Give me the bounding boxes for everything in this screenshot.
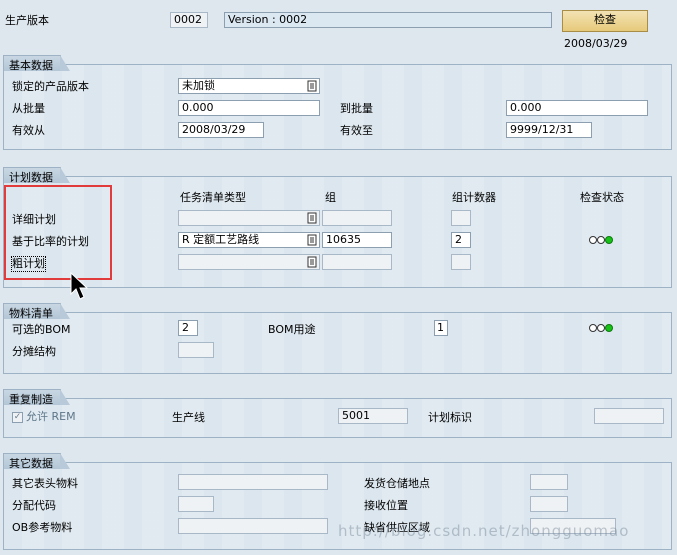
bom-usage-field[interactable]: 1 [434,320,448,336]
bom-title: 物料清单 [3,303,70,320]
dropdown-icon[interactable] [307,234,317,246]
rate-plan-counter-field[interactable]: 2 [451,232,471,248]
highlight-box [4,185,112,280]
date-text: 2008/03/29 [564,37,628,50]
version-field[interactable]: 0002 [170,12,208,28]
locked-version-dropdown[interactable]: 未加锁 [178,78,320,94]
col-group: 组 [325,191,336,204]
other-data-title: 其它数据 [3,453,70,470]
other-header-material-label: 其它表头物料 [12,477,78,490]
basic-data-title: 基本数据 [3,55,70,72]
plan-id-label: 计划标识 [428,411,472,424]
from-lot-label: 从批量 [12,102,45,115]
alt-bom-label: 可选的BOM [12,323,71,336]
status-light-red-icon [589,236,597,244]
status-light-green-icon [605,236,613,244]
rate-plan-type-dropdown[interactable]: R 定额工艺路线 [178,232,320,248]
status-light-yellow-icon [597,324,605,332]
detailed-plan-group-field[interactable] [322,210,392,226]
ob-reference-material-label: OB参考物料 [12,521,73,534]
bom-usage-label: BOM用途 [268,323,316,336]
detailed-plan-type-dropdown[interactable] [178,210,320,226]
bom-status-lights [589,324,613,334]
dropdown-icon[interactable] [307,256,317,268]
valid-to-label: 有效至 [340,124,373,137]
production-line-field[interactable]: 5001 [338,408,408,424]
other-header-material-field[interactable] [178,474,328,490]
version-text-field[interactable]: Version : 0002 [224,12,552,28]
issue-storage-location-field[interactable] [530,474,568,490]
status-light-green-icon [605,324,613,332]
dropdown-icon[interactable] [307,80,317,92]
rough-plan-group-field[interactable] [322,254,392,270]
col-task-list-type: 任务清单类型 [180,191,246,204]
rate-plan-type-value: R 定额工艺路线 [182,233,260,246]
apportion-label: 分摊结构 [12,345,56,358]
receiving-location-field[interactable] [530,496,568,512]
check-button[interactable]: 检查 [562,10,648,32]
distribution-key-field[interactable] [178,496,214,512]
issue-storage-location-label: 发货仓储地点 [364,477,430,490]
bom-group [3,312,672,374]
locked-version-label: 锁定的产品版本 [12,80,89,93]
rem-title: 重复制造 [3,389,70,406]
locked-version-value: 未加锁 [182,79,215,92]
distribution-key-label: 分配代码 [12,499,56,512]
ob-reference-material-field[interactable] [178,518,328,534]
mouse-cursor-icon [70,272,89,300]
receiving-location-label: 接收位置 [364,499,408,512]
valid-from-field[interactable]: 2008/03/29 [178,122,264,138]
detailed-plan-counter-field[interactable] [451,210,471,226]
col-group-counter: 组计数器 [452,191,496,204]
plan-data-title: 计划数据 [3,167,70,184]
to-lot-field[interactable]: 0.000 [506,100,648,116]
allow-rem-label: 允许 REM [26,410,76,423]
col-check-status: 检查状态 [580,191,624,204]
valid-from-label: 有效从 [12,124,45,137]
status-light-red-icon [589,324,597,332]
dropdown-icon[interactable] [307,212,317,224]
production-line-label: 生产线 [172,411,205,424]
apportion-field[interactable] [178,342,214,358]
rate-plan-status-lights [589,236,613,246]
rate-plan-group-field[interactable]: 10635 [322,232,392,248]
to-lot-label: 到批量 [340,102,373,115]
valid-to-field[interactable]: 9999/12/31 [506,122,592,138]
watermark-text: http://blog.csdn.net/zhongguomao [338,522,630,540]
rough-plan-counter-field[interactable] [451,254,471,270]
version-label: 生产版本 [5,14,49,27]
from-lot-field[interactable]: 0.000 [178,100,320,116]
rough-plan-type-dropdown[interactable] [178,254,320,270]
status-light-yellow-icon [597,236,605,244]
allow-rem-checkbox[interactable]: ✓ [12,412,23,423]
alt-bom-field[interactable]: 2 [178,320,198,336]
plan-id-field[interactable] [594,408,664,424]
